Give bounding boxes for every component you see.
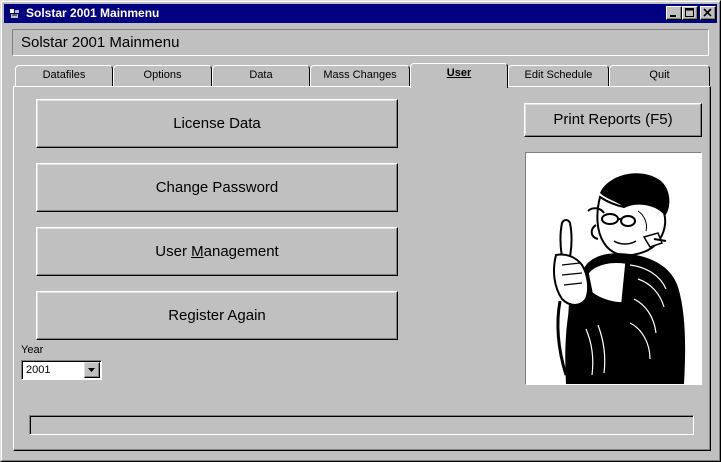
tab-label: User xyxy=(446,67,472,79)
maximize-icon xyxy=(685,8,694,17)
year-select[interactable]: 2001 xyxy=(21,360,102,380)
tab-label: Data xyxy=(249,69,273,81)
illustration-frame xyxy=(525,152,702,385)
year-value: 2001 xyxy=(26,364,51,376)
tab-datafiles[interactable]: Datafiles xyxy=(15,65,113,87)
tab-label: Edit Schedule xyxy=(524,69,593,81)
change-password-label: Change Password xyxy=(155,179,279,196)
tab-label: Options xyxy=(143,69,182,81)
tab-label: Quit xyxy=(649,69,670,81)
user-management-label: User Management xyxy=(155,243,278,260)
maximize-button[interactable] xyxy=(682,6,698,20)
minimize-button[interactable] xyxy=(666,6,682,20)
license-data-label: License Data xyxy=(173,115,261,132)
dropdown-arrow-icon xyxy=(88,368,95,372)
print-reports-label: Print Reports (F5) xyxy=(553,111,673,128)
user-management-button[interactable]: User Management xyxy=(36,227,398,276)
year-label: Year xyxy=(21,344,44,356)
progress-bar xyxy=(29,415,694,435)
user-management-label-end: anagement xyxy=(203,243,279,260)
change-password-button[interactable]: Change Password xyxy=(36,163,398,212)
header-caption-panel: Solstar 2001 Mainmenu xyxy=(12,29,709,56)
tab-label: Datafiles xyxy=(42,69,86,81)
title-bar[interactable]: Solstar 2001 Mainmenu xyxy=(4,4,717,23)
main-window: Solstar 2001 Mainmenu Solstar 2001 Mainm… xyxy=(0,0,721,462)
print-reports-button[interactable]: Print Reports (F5) xyxy=(524,103,702,137)
thinking-man-illustration xyxy=(526,153,701,384)
tab-user[interactable]: User xyxy=(410,63,508,88)
tab-label: Mass Changes xyxy=(323,69,397,81)
year-dropdown-button[interactable] xyxy=(84,362,100,378)
tab-data[interactable]: Data xyxy=(212,65,310,87)
tab-mass-changes[interactable]: Mass Changes xyxy=(310,65,410,87)
close-icon xyxy=(703,8,712,17)
close-button[interactable] xyxy=(700,6,716,20)
minimize-icon xyxy=(670,15,676,17)
header-caption: Solstar 2001 Mainmenu xyxy=(21,34,180,51)
register-again-button[interactable]: Register Again xyxy=(36,291,398,340)
window-title: Solstar 2001 Mainmenu xyxy=(26,6,160,20)
user-management-mnemonic: M xyxy=(191,243,204,260)
tab-edit-schedule[interactable]: Edit Schedule xyxy=(508,65,609,87)
license-data-button[interactable]: License Data xyxy=(36,99,398,148)
user-management-label-start: User xyxy=(155,243,192,260)
tab-options[interactable]: Options xyxy=(113,65,212,87)
app-icon xyxy=(8,7,21,20)
tab-quit[interactable]: Quit xyxy=(609,65,710,87)
register-again-label: Register Again xyxy=(168,307,266,324)
